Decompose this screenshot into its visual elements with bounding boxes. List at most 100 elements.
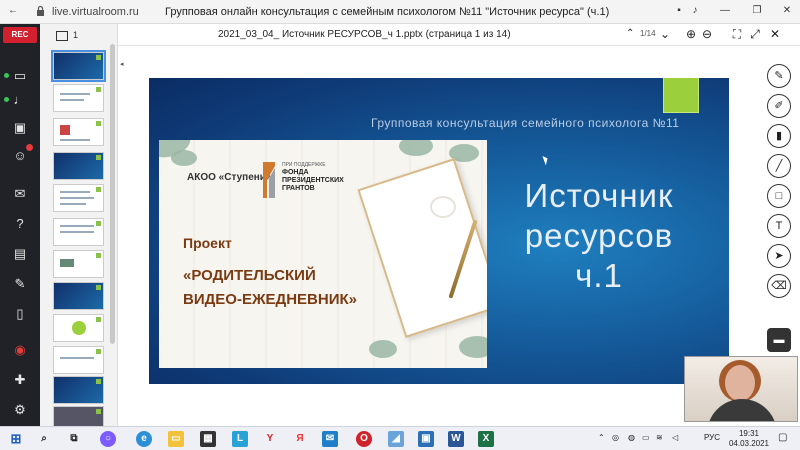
- zoom-out-icon[interactable]: ⊖: [700, 27, 714, 41]
- language-indicator[interactable]: РУС: [704, 433, 720, 442]
- windows-start-icon[interactable]: ⊞: [8, 431, 24, 447]
- close-presentation-icon[interactable]: ✕: [768, 27, 782, 41]
- slide-thumbnail[interactable]: [53, 152, 104, 180]
- close-icon[interactable]: ✕: [780, 4, 794, 18]
- microphone-icon[interactable]: ♪: [688, 4, 702, 18]
- eucalyptus-leaf: [171, 150, 197, 166]
- record-icon[interactable]: ◉: [10, 340, 30, 360]
- yandex-browser-icon[interactable]: Y: [262, 431, 278, 447]
- fit-screen-icon[interactable]: ⛶: [730, 27, 744, 41]
- delete-tool-icon[interactable]: ⌫: [767, 274, 791, 298]
- slide-thumbnail[interactable]: [51, 50, 106, 82]
- green-accent-shape: [663, 78, 699, 113]
- question-icon[interactable]: ?: [10, 214, 30, 234]
- camera-icon[interactable]: ▪: [672, 4, 686, 18]
- opera-browser-icon[interactable]: O: [356, 431, 372, 447]
- minimize-icon[interactable]: —: [718, 4, 732, 18]
- viewer-header: 2021_03_04_ Источник РЕСУРСОВ_ч 1.pptx (…: [118, 24, 800, 46]
- photos-icon[interactable]: ▣: [418, 431, 434, 447]
- word-icon[interactable]: W: [448, 431, 464, 447]
- project-label: Проект: [183, 235, 232, 251]
- fund-line: ГРАНТОВ: [282, 185, 315, 192]
- webcam-preview[interactable]: [684, 356, 798, 422]
- slide-thumbnail[interactable]: [53, 314, 104, 342]
- taskbar: ⊞ ⌕ ⧉ ○ e ▭ ▦ L Y Я ✉ O ◢ ▣ W X ⌃ ◎ ◍ ▭ …: [0, 426, 800, 450]
- file-explorer-icon[interactable]: ▭: [168, 431, 184, 447]
- slide-thumbnail[interactable]: [53, 250, 104, 278]
- document-icon[interactable]: ▯: [10, 304, 30, 324]
- mail-icon[interactable]: ✉: [322, 431, 338, 447]
- network-icon[interactable]: ◍: [628, 433, 635, 442]
- slide-thumbnail[interactable]: [53, 376, 104, 404]
- eucalyptus-leaf: [459, 336, 487, 358]
- yandex-icon[interactable]: Я: [292, 431, 308, 447]
- fund-support-label: ПРИ ПОДДЕРЖКЕ: [282, 162, 326, 168]
- add-user-icon[interactable]: ✚: [10, 370, 30, 390]
- clock-time: 19:31: [738, 429, 760, 438]
- lock-icon[interactable]: [36, 5, 45, 17]
- line-tool-icon[interactable]: ╱: [767, 154, 791, 178]
- chat-icon[interactable]: ✉: [10, 184, 30, 204]
- slide-thumbnail[interactable]: [53, 84, 104, 112]
- alice-assistant-icon[interactable]: ○: [100, 431, 116, 447]
- prev-page-icon[interactable]: ⌃: [626, 28, 634, 39]
- search-icon[interactable]: ⌕: [36, 431, 52, 447]
- app-icon[interactable]: ◢: [388, 431, 404, 447]
- window-title: Групповая онлайн консультация с семейным…: [165, 6, 610, 18]
- slide-title-line: ч.1: [575, 257, 623, 294]
- excel-icon[interactable]: X: [478, 431, 494, 447]
- notifications-icon[interactable]: ▢: [778, 432, 787, 443]
- zoom-in-icon[interactable]: ⊕: [684, 27, 698, 41]
- back-icon[interactable]: ←: [6, 4, 20, 18]
- whiteboard-menu-icon[interactable]: ▬: [767, 328, 791, 352]
- app-toolbar: REC ▭ ♩ ▣ ☺ ✉ ? ▤ ✎ ▯ ◉ ✚ ⚙: [0, 24, 40, 426]
- microphone-toggle-icon[interactable]: ♩: [4, 90, 30, 110]
- webcam-person-face: [725, 365, 755, 401]
- fund-text: ПРИ ПОДДЕРЖКЕ ФОНДА ПРЕЗИДЕНТСКИХ ГРАНТО…: [282, 162, 352, 193]
- slide-thumbnail[interactable]: [53, 282, 104, 310]
- collapse-panel-icon[interactable]: ◂: [120, 60, 124, 68]
- rec-button[interactable]: REC: [3, 27, 37, 43]
- text-tool-icon[interactable]: T: [767, 214, 791, 238]
- slide-thumbnail[interactable]: [53, 346, 104, 374]
- video-icon[interactable]: ▭: [4, 66, 30, 86]
- tray-app-icon[interactable]: ◎: [612, 433, 619, 442]
- pointer-tool-icon[interactable]: ➤: [767, 244, 791, 268]
- slide-canvas[interactable]: Групповая консультация семейного психоло…: [149, 78, 729, 384]
- screen-share-icon[interactable]: ▣: [10, 118, 30, 138]
- slide-title-line: ресурсов: [524, 217, 674, 254]
- l-app-icon[interactable]: L: [232, 431, 248, 447]
- rectangle-tool-icon[interactable]: □: [767, 184, 791, 208]
- store-icon[interactable]: ▦: [200, 431, 216, 447]
- participants-icon[interactable]: ☺: [10, 144, 33, 166]
- marker-tool-icon[interactable]: ▮: [767, 124, 791, 148]
- pages-icon: [56, 31, 68, 41]
- current-page-number: 1: [73, 30, 79, 40]
- eucalyptus-leaf: [369, 340, 397, 358]
- task-view-icon[interactable]: ⧉: [66, 431, 82, 447]
- clock[interactable]: 19:31 04.03.2021: [727, 429, 771, 449]
- pen-tool-icon[interactable]: ✎: [767, 64, 791, 88]
- presentation-icon[interactable]: ▤: [10, 244, 30, 264]
- speaker-icon[interactable]: ◁: [672, 433, 678, 442]
- battery-icon[interactable]: ▭: [642, 433, 650, 442]
- wifi-icon[interactable]: ≋: [656, 433, 663, 442]
- fullscreen-icon[interactable]: ⤢: [748, 27, 762, 41]
- drawing-tools-panel: ✎ ✐ ▮ ╱ □ T ➤ ⌫ ▬: [758, 46, 800, 352]
- thumbnails-scrollbar[interactable]: [110, 44, 115, 344]
- edge-browser-icon[interactable]: e: [136, 431, 152, 447]
- cotton-flower-image: [432, 198, 454, 216]
- slide-thumbnail[interactable]: [53, 184, 104, 212]
- slide-thumbnails-panel: 1: [40, 24, 118, 434]
- tray-expand-icon[interactable]: ⌃: [598, 433, 605, 442]
- brush-tool-icon[interactable]: ✐: [767, 94, 791, 118]
- pencil-icon[interactable]: ✎: [10, 274, 30, 294]
- slide-thumbnail[interactable]: [53, 118, 104, 146]
- next-page-icon[interactable]: ⌄: [658, 27, 672, 41]
- restore-icon[interactable]: ❐: [750, 4, 764, 18]
- settings-gear-icon[interactable]: ⚙: [10, 400, 30, 420]
- project-name-line: «РОДИТЕЛЬСКИЙ: [183, 267, 316, 284]
- url-text[interactable]: live.virtualroom.ru: [52, 6, 139, 18]
- project-card-image: АКОО «Ступени» ПРИ ПОДДЕРЖКЕ ФОНДА ПРЕЗИ…: [159, 140, 487, 368]
- slide-thumbnail[interactable]: [53, 218, 104, 246]
